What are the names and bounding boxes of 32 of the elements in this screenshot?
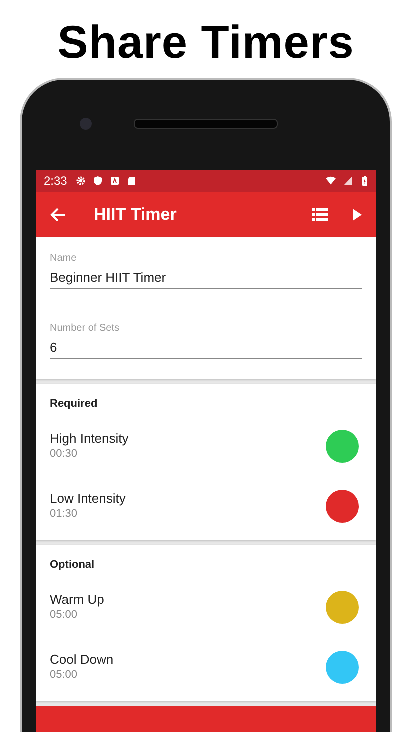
shield-icon bbox=[93, 176, 104, 186]
interval-name: High Intensity bbox=[50, 430, 130, 446]
section-title: Required bbox=[50, 398, 99, 410]
back-arrow-icon[interactable] bbox=[50, 206, 66, 222]
color-dot[interactable] bbox=[326, 650, 359, 684]
interval-time: 05:00 bbox=[50, 608, 79, 620]
interval-name: Low Intensity bbox=[50, 490, 127, 506]
field-label: Name bbox=[50, 253, 78, 264]
section-title: Optional bbox=[50, 559, 96, 571]
interval-time: 05:00 bbox=[50, 668, 79, 680]
signal-icon bbox=[343, 176, 353, 186]
color-dot[interactable] bbox=[326, 590, 359, 624]
play-icon[interactable] bbox=[352, 208, 362, 220]
headline: Share Timers bbox=[58, 15, 354, 70]
sd-card-icon bbox=[127, 176, 138, 186]
input-field[interactable]: Beginner HIIT Timer bbox=[50, 264, 362, 289]
field-label: Number of Sets bbox=[50, 323, 120, 334]
interval-name: Warm Up bbox=[50, 592, 106, 606]
screen-title: HIIT Timer bbox=[94, 204, 178, 224]
camera-icon bbox=[80, 118, 92, 130]
interval-time: 01:30 bbox=[50, 508, 79, 520]
interval-time: 00:30 bbox=[50, 448, 79, 460]
battery-icon bbox=[360, 176, 370, 186]
list-icon[interactable] bbox=[312, 208, 328, 222]
wifi-icon bbox=[326, 176, 336, 186]
status-time: 2:33 bbox=[44, 174, 68, 188]
color-dot[interactable] bbox=[326, 430, 359, 462]
gear-icon bbox=[76, 176, 86, 186]
app-icon bbox=[110, 176, 120, 186]
interval-name: Cool Down bbox=[50, 652, 115, 666]
input-field[interactable]: 6 bbox=[50, 334, 362, 359]
color-dot[interactable] bbox=[326, 490, 359, 522]
